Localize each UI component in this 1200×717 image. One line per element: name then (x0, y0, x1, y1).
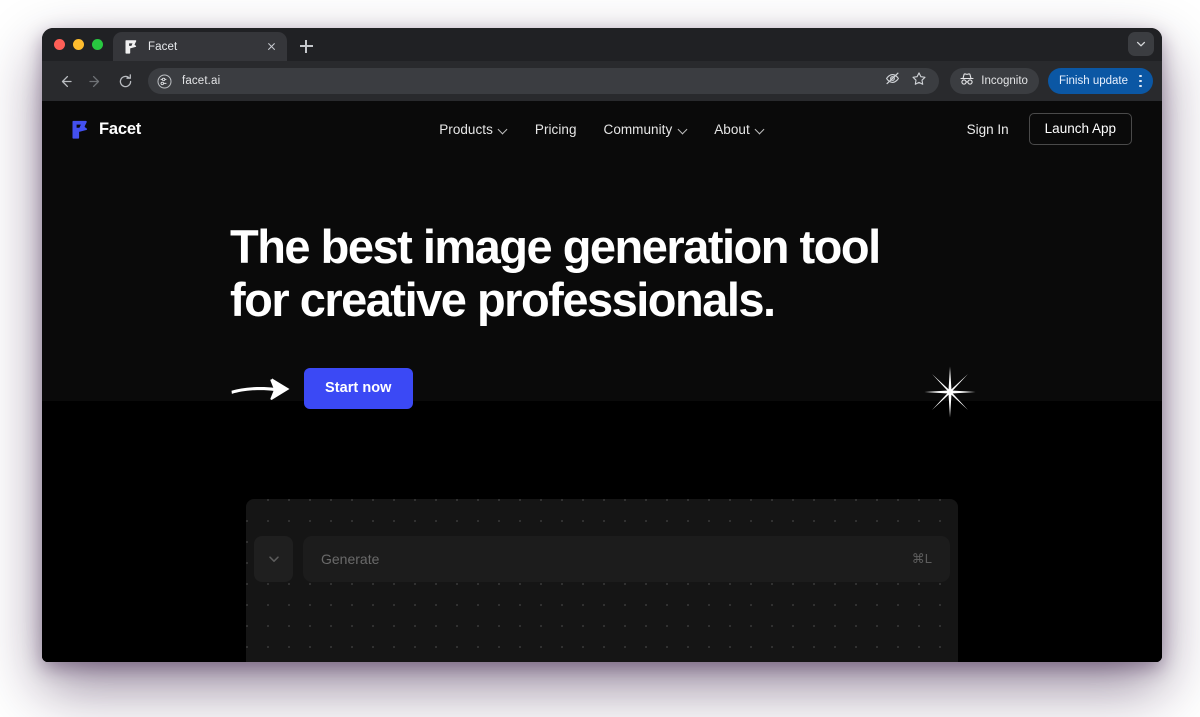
eye-slash-icon[interactable] (884, 70, 901, 92)
bookmark-star-glyph (912, 71, 926, 85)
chevron-down-glyph (1136, 41, 1146, 47)
back-arrow-glyph (61, 75, 72, 87)
kebab-dot (1139, 79, 1142, 83)
sign-in-link[interactable]: Sign In (967, 122, 1009, 137)
app-preview-panel: Generate ⌘L (246, 499, 958, 662)
incognito-label: Incognito (981, 75, 1028, 87)
nav-item-label: Products (439, 121, 493, 137)
arrow-left-icon[interactable] (51, 67, 79, 95)
section-below-hero: Generate ⌘L (42, 401, 1162, 662)
window-minimize-button[interactable] (73, 39, 84, 50)
brand-home-link[interactable]: Facet (72, 120, 141, 139)
window-traffic-lights (52, 28, 113, 61)
kebab-dot (1139, 74, 1142, 78)
address-bar-actions (884, 70, 930, 92)
star-icon[interactable] (911, 71, 927, 92)
nav-item-pricing[interactable]: Pricing (535, 122, 577, 137)
finish-update-button[interactable]: Finish update (1047, 68, 1153, 94)
close-icon[interactable] (263, 39, 279, 55)
nav-item-community[interactable]: Community (604, 122, 688, 137)
address-bar[interactable]: facet.ai (148, 68, 940, 94)
start-now-button[interactable]: Start now (304, 368, 413, 409)
window-maximize-button[interactable] (92, 39, 103, 50)
preview-prompt-shortcut: ⌘L (911, 551, 932, 566)
preview-model-selector-button[interactable] (254, 536, 293, 582)
arrow-right-icon[interactable] (81, 67, 109, 95)
site-navigation-bar: Facet Products Pricing Community About S… (42, 101, 1162, 157)
nav-item-label: About (714, 121, 750, 137)
nav-item-products[interactable]: Products (439, 122, 508, 137)
hand-drawn-arrow-icon (231, 377, 290, 400)
facet-flag-icon (125, 40, 137, 54)
nav-item-label: Pricing (534, 121, 577, 137)
sparkle-star-icon (924, 366, 976, 418)
facet-logo-icon (72, 120, 88, 139)
tab-title: Facet (148, 40, 178, 53)
preview-prompt-placeholder: Generate (321, 551, 380, 567)
chevron-down-icon (499, 125, 508, 134)
chevron-down-icon[interactable] (1128, 32, 1154, 56)
window-close-button[interactable] (54, 39, 65, 50)
launch-app-button[interactable]: Launch App (1028, 113, 1132, 145)
browser-tab-strip: Facet (42, 28, 1162, 61)
plus-icon[interactable] (293, 33, 319, 59)
hero-cta-row: Start now (230, 368, 1162, 409)
browser-toolbar: facet.ai Incognito Finish update (42, 61, 1162, 101)
nav-actions: Sign In Launch App (967, 113, 1132, 145)
hide-password-glyph (886, 72, 900, 85)
kebab-menu-icon[interactable] (1133, 74, 1148, 88)
address-bar-url[interactable]: facet.ai (182, 75, 875, 87)
brand-name: Facet (99, 119, 142, 138)
reload-icon[interactable] (111, 67, 139, 95)
chevron-down-icon (756, 125, 765, 134)
kebab-dot (1139, 84, 1142, 88)
tune-sliders-icon[interactable] (156, 73, 173, 90)
nav-item-label: Community (603, 121, 673, 137)
page-title: The best image generation tool for creat… (230, 220, 881, 326)
reload-glyph (119, 73, 131, 87)
hero-section: The best image generation tool for creat… (42, 157, 1162, 418)
desktop-background: Facet facet.ai Incognito Finish update F… (0, 0, 1200, 717)
chevron-down-icon (678, 125, 687, 134)
incognito-hat-icon (959, 71, 975, 92)
browser-tab[interactable]: Facet (113, 32, 287, 61)
browser-window: Facet facet.ai Incognito Finish update F… (42, 28, 1162, 662)
finish-update-label: Finish update (1058, 75, 1128, 87)
incognito-glyph (960, 72, 974, 85)
forward-arrow-glyph (88, 75, 99, 87)
tune-glyph (157, 74, 172, 88)
nav-item-about[interactable]: About (714, 122, 765, 137)
preview-prompt-input[interactable]: Generate ⌘L (303, 536, 950, 582)
page-viewport: Facet Products Pricing Community About S… (42, 101, 1162, 662)
incognito-indicator[interactable]: Incognito (950, 68, 1039, 94)
chevron-down-icon (268, 556, 279, 562)
preview-toolbar-row: Generate ⌘L (254, 536, 950, 582)
